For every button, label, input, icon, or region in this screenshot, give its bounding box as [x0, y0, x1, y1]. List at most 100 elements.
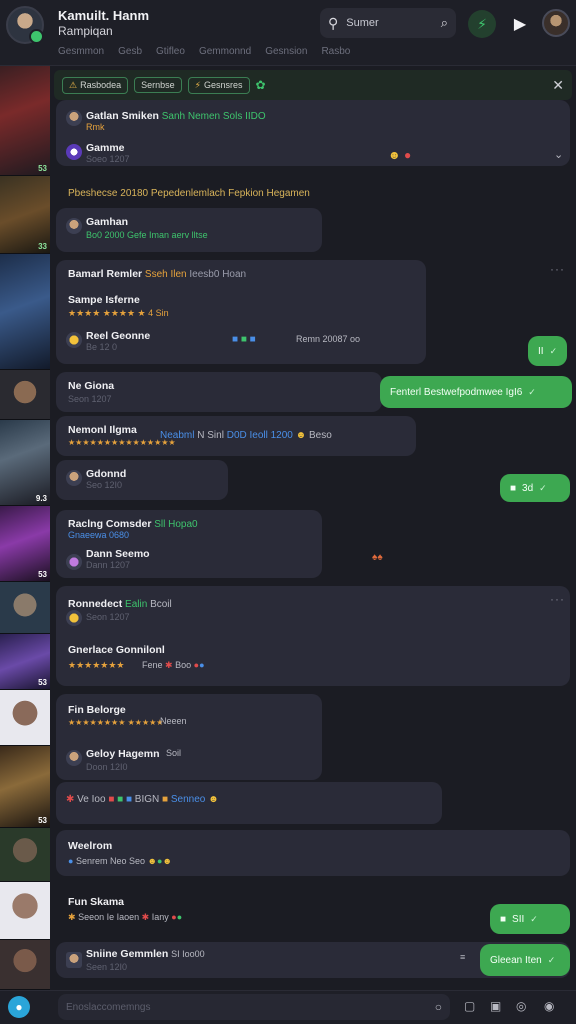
sender-avatar [66, 332, 82, 348]
attach-button[interactable]: ● [8, 996, 30, 1018]
message-bubble[interactable]: Gamhan Bo0 2000 Gefe Iman aerv lltse [56, 208, 322, 252]
emoji-icon[interactable]: ○ [435, 1000, 442, 1014]
more-icon[interactable]: ··· [550, 592, 565, 606]
sender-name: Dann Seemo [86, 548, 150, 560]
more-icon[interactable]: ≡ [460, 952, 465, 962]
sender-tag: SI Ioo00 [171, 949, 205, 959]
rail-avatar[interactable] [0, 582, 50, 634]
message-bubble[interactable]: Fun Skama ✱ Seeon Ie Iaoen ✱ Iany ●● [56, 880, 396, 934]
rail-avatar[interactable]: 53 [0, 634, 50, 690]
mic-icon[interactable]: ◉ [544, 999, 554, 1013]
warning-icon: ⚠ [69, 79, 78, 90]
reaction-icon[interactable]: ☻ ● [388, 148, 411, 162]
star-icon: ✱ [68, 912, 76, 922]
meta-tag: Ie Iaoen [106, 912, 140, 922]
emoji-icon: ☻ [295, 430, 307, 441]
heart-icon: ✱ [165, 660, 173, 670]
rail-avatar[interactable]: 9.3 [0, 420, 50, 506]
outgoing-message[interactable]: II ✓ [528, 336, 568, 366]
message-text: Bo0 2000 Gefe Iman aerv lltse [86, 230, 208, 240]
avatar-rail: 53 33 9.3 53 53 53 [0, 66, 50, 990]
message-meta: Neabml N Sinl D0D Ieoll 1200 ☻ Beso [160, 430, 332, 441]
read-tick-icon: ✓ [530, 913, 538, 924]
message-meta: ● Senrem Neo Seo ☻●☻ [68, 856, 172, 866]
rail-avatar[interactable] [0, 828, 50, 882]
search-icon[interactable]: ⌕ [441, 15, 448, 31]
attachments[interactable]: ■ ■ ■ [232, 334, 256, 345]
message-input[interactable]: Enoslaccomemngs ○ [58, 994, 450, 1020]
meta-item: Gemmonnd [198, 46, 252, 57]
meta-tag: N Sinl [197, 430, 224, 441]
rail-avatar[interactable] [0, 882, 50, 940]
sender-avatar [66, 144, 82, 160]
meta-tag: Ve Ioo [77, 794, 106, 805]
message-bubble[interactable]: ✱ Ve Ioo ■ ■ ■ BIGN ■ Senneo ☻ [56, 782, 442, 824]
status-icon: ● [68, 856, 74, 866]
search-box[interactable]: ⚲ Sumer ⌕ [320, 8, 456, 38]
rail-avatar[interactable] [0, 370, 50, 420]
read-tick-icon: ✓ [539, 482, 547, 493]
reaction-icon[interactable]: ♠♠ [372, 552, 383, 563]
sender-name: Sniine Gemmlen [86, 948, 169, 960]
meta-tag: Boo [175, 660, 192, 670]
sender-tag: Bcoil [150, 599, 172, 610]
my-avatar[interactable] [542, 9, 570, 37]
image-icon: ■ [510, 482, 517, 494]
video-icon[interactable]: ▶ [506, 10, 534, 38]
message-text: II [538, 345, 544, 357]
rail-badge: 53 [38, 570, 47, 579]
timestamp: Seon 1207 [86, 612, 130, 622]
meta-tag: BIGN [134, 794, 160, 805]
attachments: ✱ Ve Ioo ■ ■ ■ BIGN ■ Senneo ☻ [66, 794, 219, 805]
message-bubble[interactable]: Fin Belorge ★★★★★★★★ ★★★★★ Neeen Geloy H… [56, 694, 322, 780]
outgoing-message[interactable]: Fenterl Bestwefpodmwee IgI6 ✓ [380, 376, 572, 408]
sender-avatar [66, 610, 82, 626]
chat-header: Kamuilt. Hanm Rampiqan Gesmmon Gesb Gtif… [0, 0, 576, 66]
emoji-icon: ☻ [147, 856, 158, 866]
message-bubble[interactable]: Nemonl Ilgma ★★★★★★★★★★★★★★★ Neabml N Si… [56, 416, 416, 456]
meta-tag: Fene [142, 660, 163, 670]
message-bubble[interactable]: Ne Giona Seon 1207 [56, 372, 382, 412]
rail-avatar[interactable] [0, 940, 50, 990]
sender-name: Gdonnd [86, 468, 127, 480]
meta-item: Gesmmon [58, 46, 105, 57]
sender-avatar [66, 952, 82, 968]
meta-tag: Senrem [75, 856, 108, 866]
banner-chip[interactable]: ⚠ Rasbodea [62, 76, 129, 94]
rail-avatar[interactable]: 53 [0, 66, 50, 176]
sender-tag: Ealin [125, 599, 148, 610]
meta-tag: Beso [308, 430, 332, 441]
rail-avatar[interactable] [0, 254, 50, 370]
rail-avatar[interactable] [0, 690, 50, 746]
chip-label: Gesnsres [203, 79, 243, 90]
chevron-down-icon[interactable]: ⌄ [554, 148, 563, 161]
image-icon[interactable]: ▣ [490, 999, 501, 1013]
outgoing-message[interactable]: ■ SII ✓ [490, 904, 570, 934]
message-bubble[interactable]: Bamarl Remler Sseh Ilen Ieesb0 Hoan Samp… [56, 260, 564, 364]
message-bubble[interactable]: Gdonnd Seo 12I0 [56, 460, 228, 500]
group-avatar[interactable] [6, 6, 44, 44]
outgoing-message[interactable]: ■ 3d ✓ [500, 474, 570, 502]
outgoing-message[interactable]: Gleean Iten ✓ [480, 944, 570, 976]
close-icon[interactable]: ✕ [552, 77, 564, 94]
message-bubble[interactable]: Weelrom ● Senrem Neo Seo ☻●☻ [56, 830, 570, 876]
more-icon[interactable]: ··· [550, 262, 565, 276]
meta-tag: Iany [151, 912, 169, 922]
file-icon[interactable]: ▢ [464, 999, 475, 1013]
banner-chip[interactable]: Sernbse [134, 77, 182, 93]
meta-item: Gesnsion [265, 46, 308, 57]
banner-chip[interactable]: ⚡ Gesnsres [187, 76, 250, 94]
message-bubble[interactable]: Raclng Comsder Sll Hopa0 Gnaeewa 0680 Da… [56, 510, 383, 578]
system-message: Pbeshecse 20180 Pepedenlemlach Fepkion H… [68, 188, 310, 199]
camera-icon[interactable]: ◎ [516, 999, 526, 1013]
message-tail: Remn 20087 oo [296, 334, 361, 344]
message-bubble[interactable]: Gatlan Smiken Sanh Nemen Sols IIDO Rmk G… [56, 100, 570, 166]
rail-avatar[interactable]: 53 [0, 746, 50, 828]
rail-avatar[interactable]: 53 [0, 506, 50, 582]
call-button[interactable]: ⚡ [468, 10, 496, 38]
message-header: Ronnedect Ealin Bcoil [68, 598, 172, 610]
meta-item: Rasbo [321, 46, 351, 57]
rail-avatar[interactable]: 33 [0, 176, 50, 254]
rating-stars: ★★★★★★★ [68, 660, 125, 670]
message-bubble[interactable]: Ronnedect Ealin Bcoil Seon 1207 Gnerlace… [56, 586, 570, 686]
